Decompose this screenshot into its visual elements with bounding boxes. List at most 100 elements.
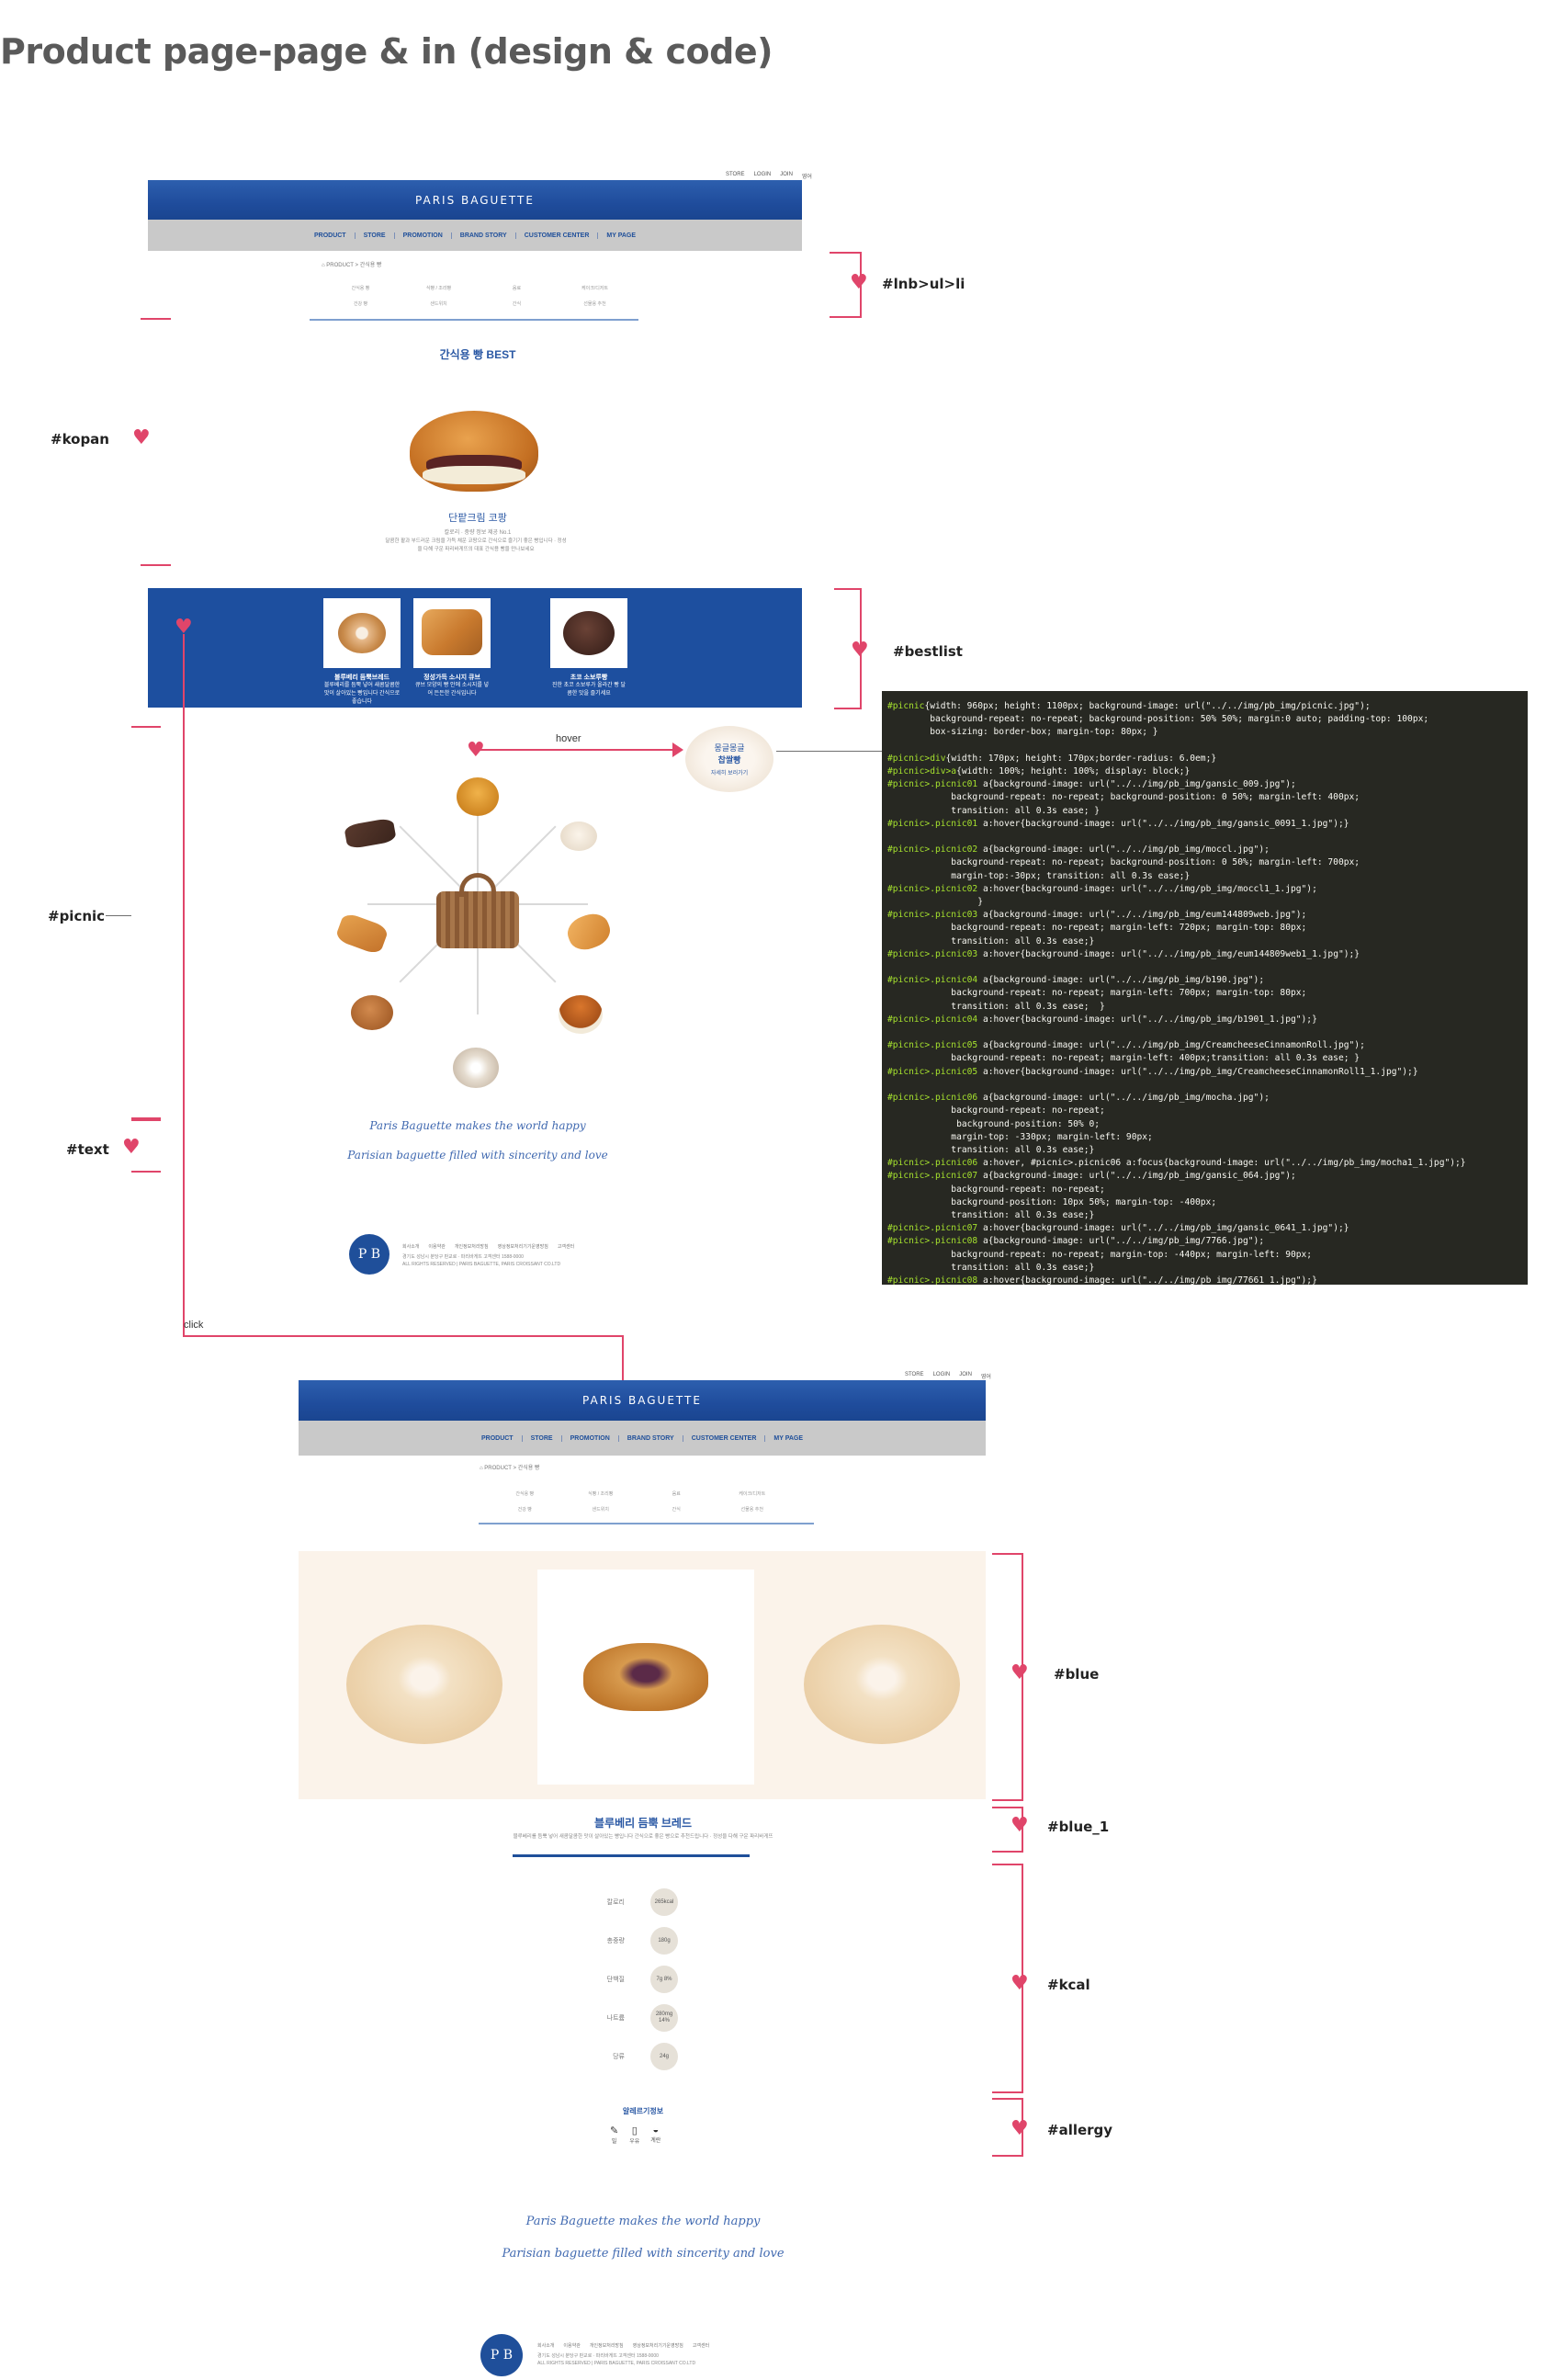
code-line: #picnic>div>a{width: 100%; height: 100%;…	[887, 766, 1191, 777]
gnb-item[interactable]: MY PAGE	[598, 232, 644, 239]
lnb-item[interactable]: 샌드위치	[563, 1506, 639, 1513]
util-link[interactable]: 영어	[802, 172, 812, 180]
annotation-label: #bestlist	[893, 643, 963, 660]
lnb-item[interactable]: 간식	[478, 300, 556, 307]
picnic-item[interactable]	[351, 995, 393, 1030]
code-line: #picnic>.picnic06 a{background-image: ur…	[887, 1093, 1270, 1104]
gnb-item[interactable]: PROMOTION	[395, 232, 452, 239]
gnb-item[interactable]: MY PAGE	[765, 1435, 811, 1442]
lnb-item[interactable]: 간식용 빵	[487, 1490, 563, 1497]
gnb: PRODUCT STORE PROMOTION BRAND STORY CUST…	[148, 220, 802, 251]
code-line: background-position: 10px 50%; margin-to…	[887, 1196, 1217, 1207]
product-desc: 블루베리를 듬뿍 넣어 새콤달콤한 맛이 살아있는 빵입니다 간식으로 좋은 빵…	[513, 1834, 773, 1840]
connector-line	[776, 751, 882, 752]
annotation-label: #kcal	[1047, 1977, 1090, 1993]
code-line: background-repeat: no-repeat;	[887, 1184, 1105, 1195]
util-link[interactable]: JOIN	[959, 1372, 972, 1380]
carousel-prev-image[interactable]	[346, 1625, 502, 1744]
lnb-item[interactable]: 식빵 / 조리빵	[563, 1490, 639, 1497]
code-line: #picnic{width: 960px; height: 1100px; ba…	[887, 701, 1371, 711]
gnb-item[interactable]: PROMOTION	[562, 1434, 619, 1442]
carousel-next-image[interactable]	[804, 1625, 960, 1744]
nutrition-row: 나트륨 280mg 14%	[570, 2004, 678, 2032]
picnic-item[interactable]	[563, 909, 615, 955]
code-line: #picnic>.picnic02 a:hover{background-ima…	[887, 883, 1317, 894]
code-line: transition: all 0.3s ease;}	[887, 935, 1095, 946]
util-link[interactable]: 영어	[981, 1372, 991, 1380]
lnb: 간식용 빵 식빵 / 조리빵 음료 케이크/디저트 건강 빵 샌드위치 간식 선…	[487, 1490, 790, 1513]
best-card-image[interactable]	[550, 598, 627, 668]
code-line: margin-top: -330px; margin-left: 90px;	[887, 1131, 1153, 1142]
gnb-item[interactable]: CUSTOMER CENTER	[683, 1434, 766, 1442]
gnb-item[interactable]: STORE	[523, 1434, 562, 1442]
nutrition-value: 24g	[650, 2043, 678, 2070]
util-link[interactable]: JOIN	[780, 172, 793, 180]
lnb-item[interactable]: 건강 빵	[487, 1506, 563, 1513]
code-line: transition: all 0.3s ease;}	[887, 1144, 1095, 1155]
footer-link[interactable]: 영상정보처리기기운영방침	[498, 1243, 548, 1250]
util-link[interactable]: STORE	[726, 172, 745, 180]
kopan-image[interactable]	[410, 402, 538, 492]
gnb-item[interactable]: STORE	[356, 232, 395, 239]
lnb-item[interactable]: 선물용 추천	[715, 1506, 791, 1513]
home-icon[interactable]: ⌂	[322, 263, 325, 268]
code-panel: #picnic{width: 960px; height: 1100px; ba…	[882, 691, 1528, 1285]
code-line: background-repeat: no-repeat; margin-lef…	[887, 923, 1307, 934]
lnb-item[interactable]: 샌드위치	[400, 300, 478, 307]
logo[interactable]: PARIS BAGUETTE	[415, 194, 535, 207]
gnb-item[interactable]: PRODUCT	[473, 1434, 523, 1442]
picnic-item[interactable]	[453, 1048, 499, 1088]
footer-link[interactable]: 고객센터	[558, 1243, 574, 1250]
util-link[interactable]: LOGIN	[754, 172, 772, 180]
best-card-image[interactable]	[323, 598, 401, 668]
footer-link[interactable]: 회사소개	[402, 1243, 419, 1250]
lnb-item[interactable]: 건강 빵	[322, 300, 400, 307]
picnic-item[interactable]	[334, 912, 390, 956]
gnb-item[interactable]: BRAND STORY	[619, 1434, 683, 1442]
footer-link[interactable]: 이용약관	[428, 1243, 445, 1250]
picnic-item[interactable]	[457, 777, 499, 816]
lnb-item[interactable]: 식빵 / 조리빵	[400, 285, 478, 291]
gnb-item[interactable]: PRODUCT	[306, 232, 356, 239]
hover-bubble[interactable]: 몽글몽글 찹쌀빵 자세히 보러가기	[685, 726, 773, 792]
gnb-item[interactable]: BRAND STORY	[452, 232, 516, 239]
footer-link[interactable]: 개인정보처리방침	[590, 2342, 624, 2349]
breadcrumb: ⌂ PRODUCT > 간식용 빵	[480, 1463, 539, 1471]
picnic-item[interactable]	[559, 995, 603, 1034]
util-link[interactable]: LOGIN	[933, 1372, 951, 1380]
code-line: background-repeat: no-repeat; margin-lef…	[887, 1053, 1360, 1064]
util-link[interactable]: STORE	[905, 1372, 924, 1380]
lnb-item[interactable]: 음료	[478, 285, 556, 291]
picnic-item[interactable]	[560, 822, 597, 851]
home-icon[interactable]: ⌂	[480, 1466, 483, 1471]
footer-link[interactable]: 회사소개	[537, 2342, 554, 2349]
nutrition-list: 칼로리 265kcal 총중량 180g 단백질 7g 8% 나트륨 280mg…	[570, 1888, 678, 2070]
allergy-icons: ✎ 밀 ▯ 우유 ◒ 계란	[610, 2125, 660, 2145]
lnb-item[interactable]: 음료	[638, 1490, 715, 1497]
logo[interactable]: PARIS BAGUETTE	[582, 1394, 702, 1407]
best-name: 블루베리 듬뿍브레드	[334, 674, 390, 681]
footer-link[interactable]: 고객센터	[693, 2342, 709, 2349]
lnb-item[interactable]: 케이크/디저트	[715, 1490, 791, 1497]
footer-copyright: ALL RIGHTS RESERVED | PARIS BAGUETTE, PA…	[402, 1262, 561, 1267]
footer-link[interactable]: 영상정보처리기기운영방침	[633, 2342, 683, 2349]
carousel-main-image[interactable]	[537, 1570, 754, 1785]
lnb-item[interactable]: 케이크/디저트	[556, 285, 634, 291]
wheat-icon: ✎	[610, 2125, 619, 2136]
lnb-item[interactable]: 간식용 빵	[322, 285, 400, 291]
picnic-item[interactable]	[344, 817, 397, 850]
footer-link[interactable]: 개인정보처리방침	[455, 1243, 489, 1250]
footer-link[interactable]: 이용약관	[563, 2342, 580, 2349]
heart-icon: ♥	[467, 739, 485, 762]
footer-address: 경기도 성남시 분당구 판교로 · 파리바게뜨 고객센터 1588-0000	[402, 1254, 524, 1260]
code-line: background-repeat: no-repeat; background…	[887, 792, 1360, 803]
code-line: #picnic>.picnic05 a:hover{background-ima…	[887, 1066, 1418, 1077]
lnb-item[interactable]: 선물용 추천	[556, 300, 634, 307]
annotation-bracket	[131, 726, 161, 1119]
lnb-item[interactable]: 간식	[638, 1506, 715, 1513]
gnb-item[interactable]: CUSTOMER CENTER	[516, 232, 599, 239]
kopan-sub: 칼로리 · 중량 정보 제공 No.1	[444, 530, 512, 536]
best-card-image[interactable]	[413, 598, 491, 668]
